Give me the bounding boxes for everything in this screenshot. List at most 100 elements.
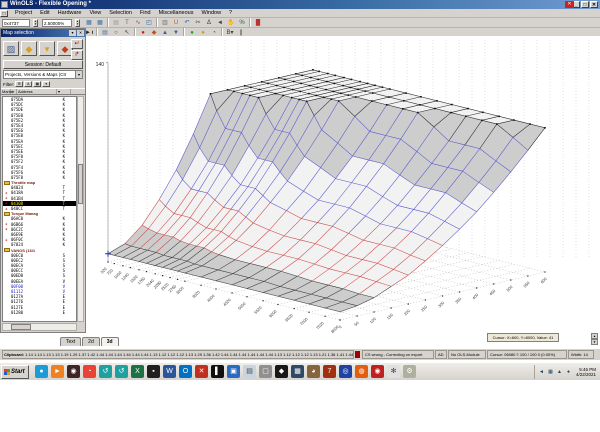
chrome-icon[interactable]: ◔ bbox=[83, 365, 96, 378]
teal-undo-icon[interactable]: ↺ bbox=[99, 365, 112, 378]
menu-edit[interactable]: Edit bbox=[36, 10, 53, 16]
zoom-spinner[interactable]: ▲ ▼ bbox=[75, 18, 80, 27]
export-arrow-icon[interactable]: ↱ bbox=[71, 50, 83, 60]
undo-icon[interactable]: ↶ bbox=[182, 18, 192, 27]
grid-icon[interactable]: ▤ bbox=[111, 18, 121, 27]
menu-hardware[interactable]: Hardware bbox=[54, 10, 86, 16]
svg-text:3520: 3520 bbox=[191, 289, 201, 299]
dark-badge-icon[interactable]: ◉ bbox=[67, 365, 80, 378]
view-tabs: Text 2d 3d bbox=[60, 337, 119, 347]
filter-button-3[interactable]: ▾ bbox=[42, 81, 51, 87]
magnet-icon[interactable]: U bbox=[171, 18, 181, 27]
sevenzip-icon[interactable]: 7 bbox=[323, 365, 336, 378]
excel-icon[interactable]: X bbox=[131, 365, 144, 378]
chip-icon[interactable]: ▪ bbox=[147, 365, 160, 378]
tab-text[interactable]: Text bbox=[60, 337, 82, 346]
status-bar: Clipboard: 1.14 1.14 1.13 1.13 1.19 1.29… bbox=[0, 348, 600, 360]
window-title: WinOLS - Flexible Opening * bbox=[10, 1, 91, 7]
percent-icon[interactable]: % bbox=[237, 18, 247, 27]
filter-button-2[interactable]: ▦ bbox=[33, 81, 42, 87]
panel-horizontal-scrollbar[interactable] bbox=[2, 323, 77, 331]
explorer-icon[interactable]: ▣ bbox=[227, 365, 240, 378]
filter-button-0[interactable]: ☰ bbox=[15, 81, 24, 87]
panel-close-button[interactable]: ✕ bbox=[77, 30, 84, 36]
rainbow-colors-icon[interactable]: █ bbox=[253, 18, 263, 27]
terminal-icon[interactable]: ▌ bbox=[211, 365, 224, 378]
delta-icon[interactable]: Δ bbox=[204, 18, 214, 27]
orange-ring-icon[interactable]: ◍ bbox=[355, 365, 368, 378]
word-icon[interactable]: W bbox=[163, 365, 176, 378]
svg-text:450: 450 bbox=[488, 288, 497, 297]
puzzle-icon[interactable]: ◆ bbox=[275, 365, 288, 378]
wrench-icon[interactable]: ⚙ bbox=[403, 365, 416, 378]
map-list[interactable]: 075DA K 075DC K 075DE K 075E0 K 075E2 K 075E4 K 075E… bbox=[2, 96, 77, 322]
open-folder-dropdown-icon[interactable]: ▾ bbox=[39, 40, 55, 56]
filter-button-1[interactable]: A bbox=[24, 81, 33, 87]
svg-text:600: 600 bbox=[539, 276, 548, 285]
chevron-down-icon[interactable]: ▾ bbox=[75, 71, 82, 78]
blue-spiral-icon[interactable]: ◎ bbox=[339, 365, 352, 378]
list-header[interactable]: Marker / Address ▾ bbox=[1, 88, 85, 95]
import-arrow-icon[interactable]: ↵ bbox=[71, 39, 83, 49]
water-drop-icon[interactable]: ● bbox=[35, 365, 48, 378]
notepad-icon[interactable]: ▤ bbox=[243, 365, 256, 378]
menu-?[interactable]: ? bbox=[225, 10, 236, 16]
menu-miscellaneous[interactable]: Miscellaneous bbox=[155, 10, 198, 16]
mdi-close-button[interactable]: ✕ bbox=[565, 1, 574, 8]
close-button[interactable]: ✕ bbox=[590, 1, 598, 8]
chart-scroll-spinner[interactable]: ▲ ▼ bbox=[591, 333, 598, 345]
panel-vertical-scrollbar[interactable] bbox=[77, 96, 84, 322]
map-row[interactable]: 01280 E bbox=[3, 310, 76, 315]
clock-app-icon[interactable]: ◕ bbox=[307, 365, 320, 378]
surface-chart[interactable]: 1405207201000124015201760204022802520276… bbox=[0, 36, 600, 348]
address-spinner[interactable]: ▲ ▼ bbox=[33, 18, 38, 27]
table-view-icon[interactable]: ▦ bbox=[84, 18, 94, 27]
orange-media-icon[interactable]: ► bbox=[51, 365, 64, 378]
tray-volume-icon[interactable]: ◄ bbox=[538, 369, 545, 376]
photo-app-icon[interactable]: ▦ bbox=[291, 365, 304, 378]
red-x-app-icon[interactable]: ✕ bbox=[195, 365, 208, 378]
menu-view[interactable]: View bbox=[85, 10, 105, 16]
start-button[interactable]: Start bbox=[1, 364, 29, 379]
column-header-Marker[interactable]: Marker bbox=[1, 89, 14, 94]
hand-icon[interactable]: ✋ bbox=[226, 18, 236, 27]
table-view2-icon[interactable]: ▦ bbox=[95, 18, 105, 27]
column-header-▾[interactable]: ▾ bbox=[57, 89, 71, 94]
save-icon[interactable]: ▨ bbox=[3, 40, 19, 56]
view-2d-icon[interactable]: ∿ bbox=[133, 18, 143, 27]
map-3d-view[interactable]: 140 520 720 1000 1240 1520 1760 2040 2280 2520 276… bbox=[0, 36, 600, 348]
panel-side-buttons: ↵ ↱ bbox=[71, 39, 84, 61]
tray-shield-icon[interactable]: ▲ bbox=[556, 369, 563, 376]
open-folder-icon[interactable]: ◆ bbox=[21, 40, 37, 56]
panel-pin-button[interactable]: ▾ bbox=[69, 30, 76, 36]
menu-project[interactable]: Project bbox=[11, 10, 36, 16]
view-3d-icon[interactable]: ◰ bbox=[144, 18, 154, 27]
cut-icon[interactable]: ✂ bbox=[193, 18, 203, 27]
mdi-restore-icon[interactable]: □ bbox=[0, 9, 8, 17]
tab-2d[interactable]: 2d bbox=[82, 337, 100, 346]
maximize-button[interactable]: □ bbox=[581, 1, 589, 8]
menu-window[interactable]: Window bbox=[197, 10, 225, 16]
menu-selection[interactable]: Selection bbox=[105, 10, 136, 16]
scope-dropdown[interactable]: Projects, Versions & Maps (Ctr ▾ bbox=[3, 70, 83, 79]
sound-icon[interactable]: ◄ bbox=[215, 18, 225, 27]
address-field[interactable]: 0x4737 bbox=[2, 18, 30, 27]
panel-title-bar[interactable]: Map selection ▾ ✕ bbox=[1, 29, 85, 37]
text-view-icon[interactable]: T bbox=[122, 18, 132, 27]
maps-icon[interactable]: ▥ bbox=[160, 18, 170, 27]
status-segment-0: CS wrong - Correcting on export bbox=[362, 350, 434, 359]
column-header-Address[interactable]: Address bbox=[17, 89, 57, 94]
tray-network-icon[interactable]: ▦ bbox=[547, 369, 554, 376]
teal-undo2-icon[interactable]: ↺ bbox=[115, 365, 128, 378]
outlook-icon[interactable]: O bbox=[179, 365, 192, 378]
gray-app-icon[interactable]: ▢ bbox=[259, 365, 272, 378]
net-icon[interactable]: ✻ bbox=[387, 365, 400, 378]
zoom-field[interactable]: 2.50000% bbox=[42, 18, 72, 27]
title-bar[interactable]: WinOLS - Flexible Opening * _ □ ✕ bbox=[0, 0, 600, 9]
session-button[interactable]: Session: Default bbox=[3, 60, 83, 69]
tray-power-icon[interactable]: ● bbox=[565, 369, 572, 376]
menu-find[interactable]: Find bbox=[136, 10, 155, 16]
target-icon[interactable]: ◉ bbox=[371, 365, 384, 378]
app-icon bbox=[1, 1, 8, 8]
tab-3d[interactable]: 3d bbox=[100, 337, 119, 346]
